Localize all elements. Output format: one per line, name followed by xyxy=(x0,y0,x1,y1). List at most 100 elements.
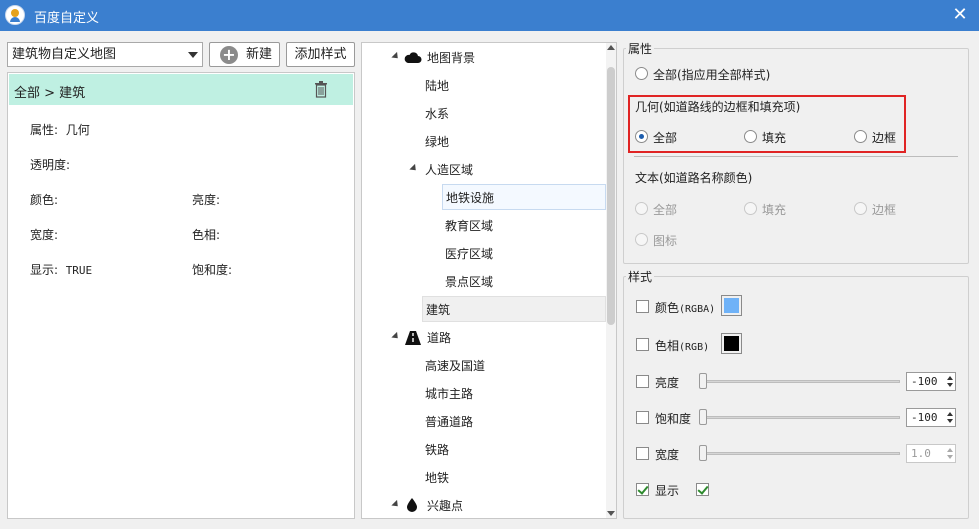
chevron-down-icon[interactable] xyxy=(188,52,198,58)
expand-arrow-icon[interactable] xyxy=(391,499,401,510)
width-checkbox[interactable] xyxy=(636,447,649,460)
spin-down-icon[interactable] xyxy=(947,383,953,387)
selected-style-row[interactable]: 全部 > 建筑 xyxy=(9,74,353,105)
plus-circle-icon: + xyxy=(220,46,238,64)
radio-geometry-all[interactable] xyxy=(635,130,648,143)
tree-item-building[interactable]: 建筑 xyxy=(422,296,606,322)
radio-geometry-border[interactable] xyxy=(854,130,867,143)
radio-apply-all[interactable] xyxy=(635,67,648,80)
brightness-slider-thumb[interactable] xyxy=(699,373,707,389)
tree-item-railway[interactable]: 铁路 xyxy=(422,437,449,463)
map-select[interactable]: 建筑物自定义地图 xyxy=(7,42,203,67)
drop-icon xyxy=(407,498,417,512)
geometry-title: 几何(如道路线的边框和填充项) xyxy=(635,100,801,114)
tree-item-green[interactable]: 绿地 xyxy=(422,129,449,155)
divider xyxy=(634,156,958,157)
hue-checkbox[interactable] xyxy=(636,338,649,351)
tree-item-poi[interactable]: 兴趣点 xyxy=(424,493,463,518)
tree-item-water[interactable]: 水系 xyxy=(422,101,449,127)
tree-item-map-background[interactable]: 地图背景 xyxy=(424,45,475,71)
color-swatch-fill xyxy=(724,298,739,313)
radio-text-border[interactable] xyxy=(854,202,867,215)
radio-apply-all-label: 全部(指应用全部样式) xyxy=(653,68,771,82)
tree-item-medical[interactable]: 医疗区域 xyxy=(442,241,493,267)
width-slider-track[interactable] xyxy=(700,452,900,455)
radio-text-all[interactable] xyxy=(635,202,648,215)
spin-up-icon[interactable] xyxy=(947,376,953,380)
spin-down-icon[interactable] xyxy=(947,419,953,423)
radio-geometry-fill[interactable] xyxy=(744,130,757,143)
brightness-slider-track[interactable] xyxy=(700,380,900,383)
brightness-label: 亮度 xyxy=(655,376,680,390)
tree-item-arterial[interactable]: 城市主路 xyxy=(422,381,473,407)
tree-item-land[interactable]: 陆地 xyxy=(422,73,449,99)
new-button[interactable]: + 新建 xyxy=(209,42,280,67)
width-label: 宽度 xyxy=(655,448,680,462)
saturation-slider-track[interactable] xyxy=(700,416,900,419)
saturation-slider-thumb[interactable] xyxy=(699,409,707,425)
scroll-up-icon[interactable] xyxy=(607,45,615,50)
hue-label: 色相(RGB) xyxy=(655,337,709,354)
width-slider-thumb[interactable] xyxy=(699,445,707,461)
saturation-checkbox[interactable] xyxy=(636,411,649,424)
brightness-spinner[interactable]: -100 xyxy=(906,372,956,391)
properties-group-title: 属性 xyxy=(626,40,655,57)
radio-text-fill[interactable] xyxy=(744,202,757,215)
color-unit: (RGBA) xyxy=(679,304,716,315)
prop-color-label: 颜色: xyxy=(30,193,59,207)
close-icon[interactable]: ✕ xyxy=(949,3,971,27)
radio-geometry-border-label: 边框 xyxy=(872,131,897,145)
radio-geometry-fill-label: 填充 xyxy=(762,131,787,145)
brightness-checkbox[interactable] xyxy=(636,375,649,388)
hue-label-text: 色相 xyxy=(655,339,680,353)
color-swatch[interactable] xyxy=(721,295,742,316)
hue-unit: (RGB) xyxy=(679,342,710,353)
title-bar: 百度自定义 ✕ xyxy=(0,0,979,31)
width-spinner[interactable]: 1.0 xyxy=(906,444,956,463)
layer-tree: 地图背景 陆地 水系 绿地 人造区域 地铁设施 教育区域 医疗区域 景点区域 建… xyxy=(361,42,617,519)
spin-up-icon[interactable] xyxy=(947,412,953,416)
saturation-spinner[interactable]: -100 xyxy=(906,408,956,427)
radio-geometry-all-label: 全部 xyxy=(653,131,678,145)
tree-item-subway-facility[interactable]: 地铁设施 xyxy=(442,184,606,210)
tree-item-artificial-area[interactable]: 人造区域 xyxy=(422,157,473,183)
expand-arrow-icon[interactable] xyxy=(409,163,419,174)
expand-arrow-icon[interactable] xyxy=(391,51,401,62)
add-style-button[interactable]: 添加样式 xyxy=(286,42,355,67)
tree-item-scenic[interactable]: 景点区域 xyxy=(442,269,493,295)
scroll-down-icon[interactable] xyxy=(607,511,615,516)
scroll-thumb[interactable] xyxy=(607,67,615,325)
prop-attribute: 属性: 几何 xyxy=(30,121,90,138)
expand-arrow-icon[interactable] xyxy=(391,331,401,342)
map-select-value: 建筑物自定义地图 xyxy=(12,47,117,62)
color-label: 颜色(RGBA) xyxy=(655,299,715,316)
tree-item-subway[interactable]: 地铁 xyxy=(422,465,449,491)
radio-text-icon-label: 图标 xyxy=(653,234,678,248)
visible-enable-checkbox[interactable] xyxy=(636,483,649,496)
width-value: 1.0 xyxy=(911,447,931,460)
radio-text-icon[interactable] xyxy=(635,233,648,246)
prop-visible-value: TRUE xyxy=(65,264,93,277)
hue-swatch-fill xyxy=(724,336,739,351)
trash-icon[interactable] xyxy=(314,81,328,98)
breadcrumb: 全部 > 建筑 xyxy=(14,86,86,101)
saturation-value: -100 xyxy=(911,411,938,424)
hue-swatch[interactable] xyxy=(721,333,742,354)
visible-value-checkbox[interactable] xyxy=(696,483,709,496)
radio-text-all-label: 全部 xyxy=(653,203,678,217)
tree-item-education[interactable]: 教育区域 xyxy=(442,213,493,239)
saturation-label: 饱和度 xyxy=(655,412,692,426)
new-button-label: 新建 xyxy=(246,47,273,62)
tree-scrollbar[interactable] xyxy=(606,43,616,518)
color-label-text: 颜色 xyxy=(655,301,680,315)
tree-item-highway[interactable]: 高速及国道 xyxy=(422,353,485,379)
window-title: 百度自定义 xyxy=(34,11,100,26)
color-checkbox[interactable] xyxy=(636,300,649,313)
tree-item-local-road[interactable]: 普通道路 xyxy=(422,409,473,435)
cloud-icon xyxy=(404,52,422,63)
road-icon xyxy=(405,331,421,345)
tree-item-road[interactable]: 道路 xyxy=(424,325,451,351)
spin-up-icon[interactable] xyxy=(947,448,953,452)
spin-down-icon[interactable] xyxy=(947,455,953,459)
style-detail-panel: 全部 > 建筑 属性: 几何 透明度: 颜色: 亮度: 宽度: 色相: 显示: … xyxy=(7,72,355,519)
